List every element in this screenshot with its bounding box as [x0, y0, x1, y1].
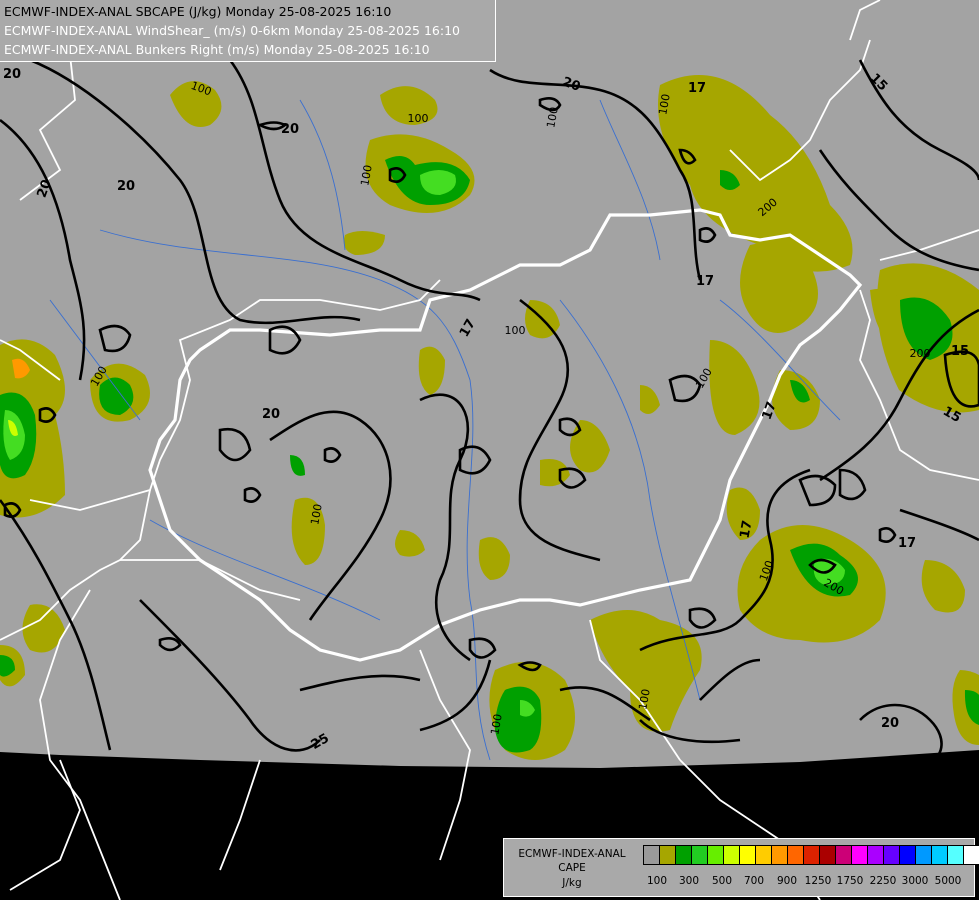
weather-map: 2020202020202017171717171715151525 10010… — [0, 0, 979, 900]
windshear-contour-label: 20 — [281, 122, 299, 137]
legend-swatch — [867, 845, 884, 865]
windshear-contour-label: 15 — [951, 344, 969, 359]
legend-color-scale — [643, 845, 979, 865]
legend-tick: 1250 — [804, 875, 832, 887]
legend-variable: CAPE — [558, 862, 586, 874]
legend-tick: 5000 — [934, 875, 962, 887]
legend-swatch — [963, 845, 979, 865]
title-box: ECMWF-INDEX-ANAL SBCAPE (J/kg) Monday 25… — [0, 0, 496, 62]
legend-swatch — [787, 845, 804, 865]
legend-tick: 100 — [646, 875, 668, 887]
title-sbcape: ECMWF-INDEX-ANAL SBCAPE (J/kg) Monday 25… — [4, 4, 392, 19]
legend-swatch — [915, 845, 932, 865]
legend-swatch — [947, 845, 964, 865]
legend-swatch — [819, 845, 836, 865]
legend-tick-labels: 100 300 500 700 900 1250 1750 2250 3000 5000 — [640, 875, 970, 889]
legend-tick: 1750 — [836, 875, 864, 887]
legend-swatch — [707, 845, 724, 865]
legend-swatch — [851, 845, 868, 865]
legend-swatch — [739, 845, 756, 865]
windshear-contour-label: 20 — [881, 716, 899, 731]
legend-unit: J/kg — [562, 877, 582, 889]
windshear-contour-label: 20 — [3, 67, 21, 82]
windshear-contour-label: 17 — [898, 536, 916, 551]
legend-tick: 300 — [678, 875, 700, 887]
legend-swatch — [883, 845, 900, 865]
legend-tick: 900 — [776, 875, 798, 887]
legend-tick: 700 — [743, 875, 765, 887]
legend-swatch — [803, 845, 820, 865]
legend-swatch — [835, 845, 852, 865]
title-bunkers: ECMWF-INDEX-ANAL Bunkers Right (m/s) Mon… — [4, 42, 430, 57]
cape-contour-label: 200 — [910, 347, 931, 360]
cape-contour-label: 100 — [505, 324, 526, 337]
title-windshear: ECMWF-INDEX-ANAL WindShear_ (m/s) 0-6km … — [4, 23, 460, 38]
legend-swatch — [899, 845, 916, 865]
windshear-contour-label: 20 — [262, 407, 280, 422]
legend-swatch — [643, 845, 660, 865]
windshear-contour-label: 17 — [696, 274, 714, 289]
cape-contour-label: 100 — [408, 112, 429, 125]
legend-swatch — [659, 845, 676, 865]
legend-source: ECMWF-INDEX-ANAL — [518, 848, 626, 860]
legend-swatch — [771, 845, 788, 865]
windshear-contour-label: 17 — [738, 519, 756, 539]
legend-swatch — [931, 845, 948, 865]
legend-swatch — [723, 845, 740, 865]
legend-tick: 2250 — [869, 875, 897, 887]
legend-tick: 3000 — [901, 875, 929, 887]
legend-swatch — [755, 845, 772, 865]
windshear-contour-label: 17 — [688, 81, 706, 96]
legend-swatch — [691, 845, 708, 865]
windshear-contour-label: 20 — [117, 179, 135, 194]
legend-swatch — [675, 845, 692, 865]
legend-tick: 500 — [711, 875, 733, 887]
cape-legend: ECMWF-INDEX-ANAL CAPE J/kg 100 300 500 700 9… — [503, 838, 979, 897]
